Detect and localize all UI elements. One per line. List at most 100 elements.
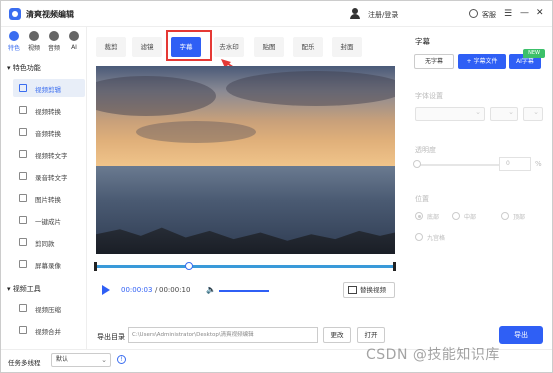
nav-item-video-convert[interactable]: 视频转换 [13,101,85,119]
nav-item-label: 一键成片 [35,218,61,226]
nav-item-image-convert[interactable]: 图片转换 [13,189,85,207]
position-bottom-radio[interactable] [415,212,423,220]
opacity-input[interactable]: 0 [499,157,531,171]
playhead[interactable] [185,262,193,270]
volume-icon[interactable]: 🔈 [206,285,216,294]
nav-item-video-merge[interactable]: 视频合并 [13,321,85,339]
new-badge: NEW [523,49,545,58]
font-size-select[interactable] [490,107,518,121]
category-label: 视频 [27,45,40,52]
menu-icon[interactable]: ☰ [504,9,512,19]
section-featured[interactable]: ▾ 特色功能 [7,63,41,73]
ai-icon [69,31,79,41]
merge-icon [19,326,27,334]
minimize-icon[interactable]: — [520,8,529,18]
position-top-radio[interactable] [501,212,509,220]
no-subtitle-button[interactable]: 无字幕 [414,54,454,69]
opacity-slider[interactable] [419,164,499,166]
font-color-select[interactable] [523,107,543,121]
nav-item-one-click[interactable]: 一键成片 [13,211,85,229]
category-audio[interactable]: 音频 [45,29,63,52]
app-window: 清爽视频编辑 注册/登录 客服 ☰ — ✕ 特色 视频 音频 AI ▾ 特色功能… [0,0,553,373]
change-button[interactable]: 更改 [323,327,351,343]
image-icon [19,194,27,202]
tab-music[interactable]: 配乐 [293,37,323,57]
subtitle-panel: 字幕 [405,27,552,323]
multithread-value: 默认 [56,356,69,363]
total-time: 00:00:10 [159,286,191,294]
clock-icon[interactable] [469,9,478,18]
category-bar: 特色 视频 音频 AI [3,29,85,55]
nav-item-label: 图片转换 [35,196,61,204]
volume-slider[interactable] [219,290,269,292]
left-nav: 特色 视频 音频 AI ▾ 特色功能 视频剪辑 视频转换 音频转换 视频转文字 … [1,27,87,349]
time-separator: / [155,286,158,294]
opacity-value: 0 [506,160,510,167]
tab-remove-watermark[interactable]: 去水印 [214,37,244,57]
star-icon [9,31,19,41]
nav-item-audio-convert[interactable]: 音频转换 [13,123,85,141]
timeline[interactable] [94,261,396,271]
tab-sticker[interactable]: 贴图 [254,37,284,57]
opacity-slider-knob[interactable] [413,160,421,168]
video-cloud [136,121,256,143]
nav-item-audio-to-text[interactable]: 录音转文字 [13,167,85,185]
export-path-field[interactable]: C:\Users\Administrator\Desktop\清爽视频编辑 [128,327,318,343]
play-icon[interactable] [102,285,110,295]
film-icon [19,216,27,224]
nav-item-label: 视频合并 [35,328,61,336]
trim-end-handle[interactable] [393,262,396,271]
video-icon [29,31,39,41]
close-icon[interactable]: ✕ [536,8,544,18]
category-ai[interactable]: AI [65,29,83,51]
nav-item-label: 视频剪辑 [35,86,61,94]
position-bottom-label: 底部 [427,214,440,221]
app-logo-icon [9,8,21,20]
nav-item-label: 视频转换 [35,108,61,116]
section-label: 视频工具 [12,285,41,293]
multithread-select[interactable]: 默认 [51,353,111,367]
service-link[interactable]: 客服 [482,10,496,20]
nav-item-label: 录音转文字 [35,174,68,182]
position-middle-radio[interactable] [452,212,460,220]
opacity-label: 透明度 [415,146,436,154]
title-bar: 清爽视频编辑 注册/登录 客服 ☰ — ✕ [1,1,552,27]
nav-item-label: 屏幕录像 [35,262,61,270]
watermark: CSDN @技能知识库 [366,347,500,363]
highlight-box [166,30,212,61]
timeline-bar [94,265,396,268]
font-family-select[interactable] [415,107,485,121]
microphone-icon [19,128,27,136]
panel-title: 字幕 [415,37,430,46]
nav-item-video-to-text[interactable]: 视频转文字 [13,145,85,163]
tab-filter[interactable]: 滤镜 [132,37,162,57]
category-video[interactable]: 视频 [25,29,43,52]
video-preview[interactable] [96,66,395,254]
subtitle-file-button[interactable]: + 字幕文件 [458,54,506,69]
position-grid-radio[interactable] [415,233,423,241]
replace-video-button[interactable]: 替换视频 [343,282,395,298]
position-top-label: 顶部 [513,214,526,221]
tab-cover[interactable]: 封面 [332,37,362,57]
audio-icon [49,31,59,41]
trim-start-handle[interactable] [94,262,97,271]
nav-item-screen-record[interactable]: 屏幕录像 [13,255,85,273]
nav-item-label: 剪同款 [35,240,55,248]
position-label: 位置 [415,195,429,203]
nav-item-video-edit[interactable]: 视频剪辑 [13,79,85,97]
replace-label: 替换视频 [360,286,386,294]
login-link[interactable]: 注册/登录 [368,10,398,20]
record-icon [19,172,27,180]
convert-icon [19,106,27,114]
tab-crop[interactable]: 裁剪 [96,37,126,57]
category-featured[interactable]: 特色 [5,29,23,52]
user-icon[interactable] [350,8,360,19]
section-video-tools[interactable]: ▾ 视频工具 [7,284,41,294]
export-button[interactable]: 导出 [499,326,543,344]
info-icon[interactable]: ! [117,355,126,364]
current-time: 00:00:03 [121,286,153,294]
position-middle-label: 中部 [464,214,477,221]
open-button[interactable]: 打开 [357,327,385,343]
nav-item-template[interactable]: 剪同款 [13,233,85,251]
nav-item-video-compress[interactable]: 视频压缩 [13,299,85,317]
